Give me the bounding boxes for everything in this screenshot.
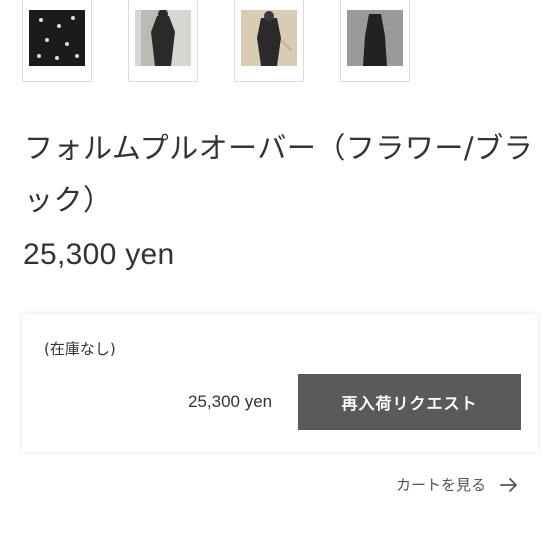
restock-request-button[interactable]: 再入荷リクエスト xyxy=(298,374,521,430)
arrow-right-icon xyxy=(500,477,518,492)
stock-status: (在庫なし) xyxy=(44,340,116,358)
thumbnail-3[interactable] xyxy=(234,0,304,82)
purchase-box: (在庫なし) 25,300 yen 再入荷リクエスト xyxy=(22,314,538,452)
view-cart-link[interactable]: カートを見る xyxy=(396,474,518,495)
thumbnail-4[interactable] xyxy=(340,0,410,82)
view-cart-label: カートを見る xyxy=(396,476,487,494)
product-title: フォルムプルオーバー（フラワー/ブラック） xyxy=(24,131,534,217)
thumbnail-strip xyxy=(0,0,560,84)
model-full-image xyxy=(347,10,403,66)
thumbnail-1[interactable] xyxy=(22,0,92,82)
flower-fabric-image xyxy=(29,10,85,66)
thumbnail-2[interactable] xyxy=(128,0,198,82)
model-front-image xyxy=(135,10,191,66)
purchase-price: 25,300 yen xyxy=(188,392,273,411)
model-side-image xyxy=(241,10,297,66)
product-price: 25,300 yen xyxy=(23,238,175,271)
